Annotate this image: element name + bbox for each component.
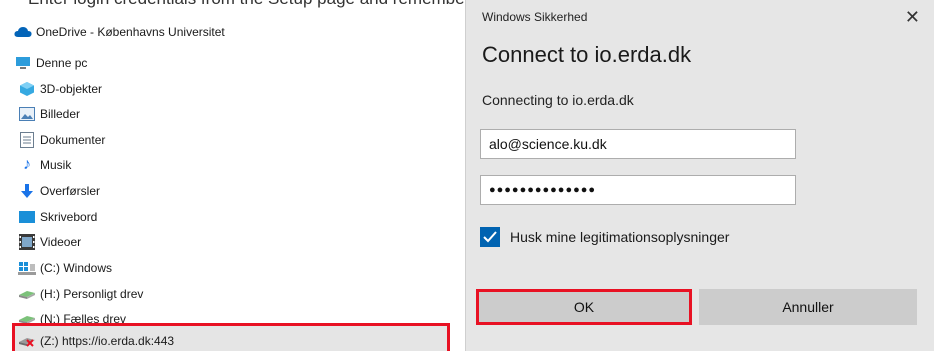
pictures-icon bbox=[18, 106, 36, 122]
network-drive-icon bbox=[18, 286, 36, 302]
nav-item-label: (H:) Personligt drev bbox=[40, 287, 144, 301]
dialog-title: Connect to io.erda.dk bbox=[482, 42, 692, 67]
username-value: alo@science.ku.dk bbox=[489, 136, 607, 152]
ok-label: OK bbox=[573, 299, 595, 315]
cancel-button[interactable]: Annuller bbox=[699, 289, 917, 325]
nav-item-label: Skrivebord bbox=[40, 210, 98, 224]
nav-item-music[interactable]: ♪ Musik bbox=[18, 153, 71, 177]
onedrive-cloud-icon bbox=[14, 24, 32, 40]
documents-icon bbox=[18, 132, 36, 148]
nav-item-this-pc[interactable]: Denne pc bbox=[14, 51, 87, 75]
nav-item-label: Videoer bbox=[40, 235, 82, 249]
nav-item-h-drive[interactable]: (H:) Personligt drev bbox=[18, 282, 143, 306]
checkmark-icon bbox=[483, 231, 497, 243]
nav-item-label: Dokumenter bbox=[40, 133, 106, 147]
music-icon: ♪ bbox=[23, 156, 31, 173]
close-icon[interactable]: ✕ bbox=[905, 8, 920, 26]
cancel-label: Annuller bbox=[782, 299, 834, 315]
nav-item-label: Denne pc bbox=[36, 56, 88, 70]
password-mask: ●●●●●●●●●●●●●● bbox=[489, 184, 597, 196]
nav-item-pictures[interactable]: Billeder bbox=[18, 102, 80, 126]
explorer-nav-pane: OneDrive - Københavns Universitet Denne … bbox=[0, 8, 453, 351]
username-field[interactable]: alo@science.ku.dk bbox=[480, 129, 796, 159]
remember-label: Husk mine legitimationsoplysninger bbox=[510, 229, 730, 245]
videos-icon bbox=[18, 234, 36, 250]
nav-item-label: (C:) Windows bbox=[40, 261, 113, 275]
windows-security-dialog: Windows Sikkerhed ✕ Connect to io.erda.d… bbox=[465, 0, 934, 351]
nav-item-label: 3D-objekter bbox=[40, 82, 103, 96]
desktop-icon bbox=[18, 209, 36, 225]
remember-checkbox[interactable] bbox=[480, 227, 500, 247]
nav-item-desktop[interactable]: Skrivebord bbox=[18, 205, 97, 229]
computer-icon bbox=[14, 55, 32, 71]
ok-button[interactable]: OK bbox=[476, 289, 692, 325]
nav-item-documents[interactable]: Dokumenter bbox=[18, 128, 105, 152]
nav-item-label: Musik bbox=[40, 158, 72, 172]
nav-item-label: Overførsler bbox=[40, 184, 100, 198]
nav-item-z-drive[interactable]: (Z:) https://io.erda.dk:443 bbox=[18, 329, 174, 353]
downloads-icon bbox=[18, 183, 36, 199]
dialog-subtitle: Connecting to io.erda.dk bbox=[482, 92, 634, 108]
nav-item-videos[interactable]: Videoer bbox=[18, 230, 81, 254]
password-field[interactable]: ●●●●●●●●●●●●●● bbox=[480, 175, 796, 205]
nav-item-downloads[interactable]: Overførsler bbox=[18, 179, 100, 203]
3d-objects-icon bbox=[18, 81, 36, 97]
windows-drive-icon bbox=[18, 260, 36, 276]
nav-item-label: OneDrive - Københavns Universitet bbox=[36, 25, 225, 39]
nav-item-3d-objects[interactable]: 3D-objekter bbox=[18, 77, 102, 101]
nav-item-label: (Z:) https://io.erda.dk:443 bbox=[40, 334, 175, 348]
nav-item-label: Billeder bbox=[40, 107, 81, 121]
nav-item-onedrive[interactable]: OneDrive - Københavns Universitet bbox=[14, 20, 225, 44]
remember-credentials-row[interactable]: Husk mine legitimationsoplysninger bbox=[480, 227, 729, 247]
disconnected-drive-icon bbox=[18, 333, 36, 349]
nav-item-c-drive[interactable]: (C:) Windows bbox=[18, 256, 112, 280]
dialog-caption: Windows Sikkerhed bbox=[482, 10, 588, 24]
